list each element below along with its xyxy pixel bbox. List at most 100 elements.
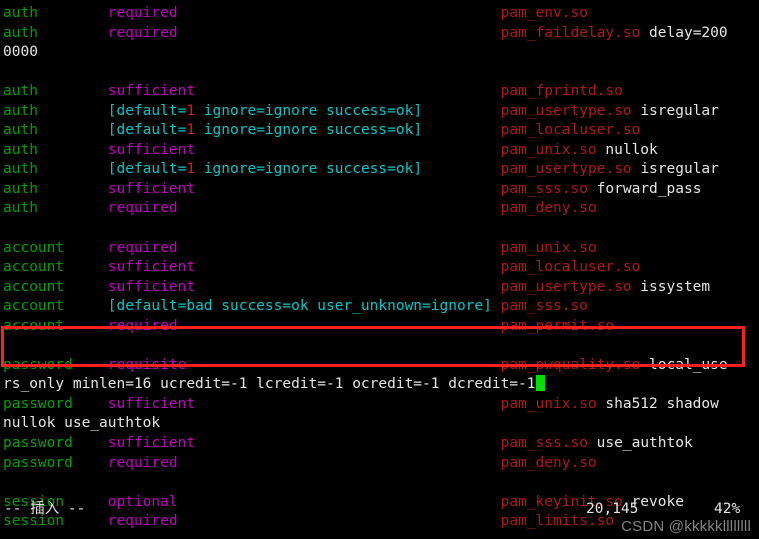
pam-control-flag: required	[107, 24, 178, 41]
pam-control-number: 1	[186, 102, 196, 119]
pam-stack-type: auth	[3, 200, 38, 217]
pam-wrapped-args: nullok use_authtok	[3, 415, 161, 432]
pam-control-flag: required	[107, 200, 178, 217]
terminal-row	[3, 473, 759, 493]
pam-control-flag: sufficient	[107, 278, 196, 295]
pam-stack-type: account	[3, 298, 65, 315]
pam-control-number: 1	[186, 161, 196, 178]
csdn-watermark: CSDN @kkkkkllllllll	[621, 518, 751, 536]
terminal-row: account required pam_permit.so	[3, 317, 759, 337]
pam-module-args: nullok	[596, 141, 658, 158]
terminal-row: password sufficient pam_sss.so use_autht…	[3, 434, 759, 454]
pam-wrapped-args: rs_only minlen=16 ucredit=-1 lcredit=-1 …	[3, 376, 536, 393]
terminal-row: auth sufficient pam_fprintd.so	[3, 82, 759, 102]
pam-module-args: local_use	[640, 356, 728, 373]
pam-stack-type: account	[3, 259, 65, 276]
terminal-row: auth required pam_faildelay.so delay=200	[3, 24, 759, 44]
terminal-row: account [default=bad success=ok user_unk…	[3, 297, 759, 317]
terminal-row: auth [default=1 ignore=ignore success=ok…	[3, 102, 759, 122]
pam-stack-type: auth	[3, 141, 38, 158]
pam-module: pam_unix.so	[500, 239, 597, 256]
pam-control-expr: ignore=ignore success=ok]	[195, 122, 423, 139]
terminal-row: account required pam_unix.so	[3, 239, 759, 259]
terminal-screen[interactable]: auth required pam_env.so auth required pa…	[0, 0, 759, 539]
pam-module: pam_usertype.so	[500, 278, 632, 295]
pam-module: pam_deny.so	[500, 454, 597, 471]
pam-module: pam_sss.so	[500, 298, 588, 315]
pam-stack-type: password	[3, 435, 73, 452]
terminal-row: auth required pam_env.so	[3, 4, 759, 24]
pam-control-flag: requisite	[107, 356, 187, 373]
terminal-row: account sufficient pam_usertype.so issys…	[3, 278, 759, 298]
pam-module: pam_env.so	[500, 5, 588, 21]
pam-stack-type: password	[3, 454, 73, 471]
pam-control-expr: [default=	[107, 122, 187, 139]
pam-control-expr: [default=	[107, 102, 187, 119]
pam-module-args: sha512 shadow	[596, 395, 719, 412]
pam-control-flag: required	[107, 5, 178, 21]
pam-module: pam_sss.so	[500, 180, 588, 197]
terminal-row: account sufficient pam_localuser.so	[3, 258, 759, 278]
vim-mode-indicator: -- 插入 --	[4, 501, 86, 517]
pam-module: pam_localuser.so	[500, 122, 641, 139]
pam-module: pam_localuser.so	[500, 259, 641, 276]
pam-stack-type: account	[3, 317, 65, 334]
terminal-row: password required pam_deny.so	[3, 454, 759, 474]
terminal-row-wrapped: 0000	[3, 43, 759, 63]
pam-control-expr: [default=	[107, 161, 187, 178]
pam-control-flag: sufficient	[107, 83, 196, 100]
pam-control-flag: sufficient	[107, 259, 196, 276]
pam-module: pam_permit.so	[500, 317, 615, 334]
pam-control-expr: ignore=ignore success=ok]	[195, 161, 423, 178]
text-buffer[interactable]: auth required pam_env.so auth required pa…	[3, 4, 759, 532]
terminal-row: auth sufficient pam_unix.so nullok	[3, 141, 759, 161]
terminal-row-wrapped: nullok use_authtok	[3, 414, 759, 434]
pam-control-flag: sufficient	[107, 435, 196, 452]
text-cursor	[535, 375, 545, 392]
pam-module: pam_usertype.so	[500, 102, 632, 119]
pam-control-expr: ignore=ignore success=ok]	[195, 102, 423, 119]
terminal-row: auth [default=1 ignore=ignore success=ok…	[3, 160, 759, 180]
pam-stack-type: account	[3, 239, 65, 256]
terminal-row: auth required pam_deny.so	[3, 199, 759, 219]
pam-module: pam_faildelay.so	[500, 24, 641, 41]
pam-module: pam_pwquality.so	[500, 356, 641, 373]
pam-control-number: 1	[186, 122, 196, 139]
pam-module-args: forward_pass	[587, 180, 702, 197]
pam-control-flag: required	[107, 317, 178, 334]
pam-stack-type: auth	[3, 180, 38, 197]
terminal-row	[3, 336, 759, 356]
pam-stack-type: auth	[3, 122, 38, 139]
terminal-row	[3, 219, 759, 239]
pam-stack-type: auth	[3, 5, 38, 21]
pam-module-args: use_authtok	[587, 435, 693, 452]
pam-module: pam_deny.so	[500, 200, 597, 217]
terminal-row-wrapped: rs_only minlen=16 ucredit=-1 lcredit=-1 …	[3, 375, 759, 395]
pam-stack-type: account	[3, 278, 65, 295]
pam-module: pam_sss.so	[500, 435, 588, 452]
pam-stack-type: password	[3, 395, 73, 412]
terminal-row: auth sufficient pam_sss.so forward_pass	[3, 180, 759, 200]
pam-control-flag: sufficient	[107, 180, 196, 197]
pam-stack-type: auth	[3, 83, 38, 100]
terminal-row	[3, 63, 759, 83]
pam-stack-type: password	[3, 356, 73, 373]
pam-control-flag: sufficient	[107, 395, 196, 412]
pam-control-expr: [default=bad success=ok user_unknown=ign…	[107, 298, 492, 315]
pam-module-args: isregular	[631, 102, 719, 119]
pam-stack-type: auth	[3, 102, 38, 119]
pam-control-flag: required	[107, 454, 178, 471]
pam-module-args: delay=200	[640, 24, 728, 41]
terminal-row: auth [default=1 ignore=ignore success=ok…	[3, 121, 759, 141]
terminal-row: password sufficient pam_unix.so sha512 s…	[3, 395, 759, 415]
pam-module-args: issystem	[631, 278, 711, 295]
pam-module: pam_unix.so	[500, 141, 597, 158]
pam-module: pam_fprintd.so	[500, 83, 623, 100]
pam-module: pam_usertype.so	[500, 161, 632, 178]
pam-control-flag: required	[107, 239, 178, 256]
pam-control-flag: sufficient	[107, 141, 196, 158]
pam-stack-type: auth	[3, 161, 38, 178]
pam-module-args: isregular	[631, 161, 719, 178]
pam-module: pam_unix.so	[500, 395, 597, 412]
pam-stack-type: auth	[3, 24, 38, 41]
